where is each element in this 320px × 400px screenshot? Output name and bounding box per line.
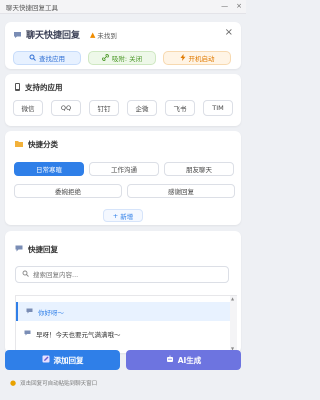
- add-category-button[interactable]: + 新增: [103, 209, 143, 222]
- reply-item[interactable]: 早呀！今天也要元气满满哦～: [16, 324, 230, 343]
- header-card: 聊天快捷回复 ▲ 未找到 × 查找应用 吸附: 关闭 开机启动: [5, 22, 241, 69]
- quick-replies-heading: 快捷回复: [15, 244, 58, 255]
- categories-title: 快捷分类: [28, 140, 58, 149]
- chat-bubble-icon: [24, 330, 31, 338]
- ai-generate-label: AI生成: [177, 355, 202, 365]
- autostart-label: 开机启动: [188, 55, 215, 63]
- search-input[interactable]: [33, 270, 213, 279]
- phone-icon: [15, 82, 20, 93]
- chat-bubble-icon: [13, 31, 22, 39]
- window-title: 聊天快捷回复工具: [6, 3, 58, 12]
- attach-label: 吸附: 关闭: [111, 55, 143, 63]
- lightning-icon: [180, 53, 186, 63]
- app-wecom[interactable]: 企微: [127, 100, 157, 116]
- supported-apps-card: 支持的应用 微信 QQ 钉钉 企微 飞书 TIM: [5, 74, 241, 126]
- app-title: 聊天快捷回复: [26, 31, 81, 41]
- usage-tip-text: 双击回复可自动粘贴到聊天窗口: [20, 381, 98, 387]
- category-decline[interactable]: 委婉拒绝: [14, 184, 122, 198]
- search-icon: [29, 54, 36, 63]
- app-qq[interactable]: QQ: [51, 100, 81, 116]
- chat-bubble-icon: [26, 308, 33, 316]
- reply-text: 早呀！今天也要元气满满哦～: [36, 330, 121, 339]
- chat-bubble-icon: [15, 245, 23, 254]
- categories-card: 快捷分类 日常寒暄 工作沟通 朋友聊天 委婉拒绝 感谢回复 + 新增: [5, 131, 241, 225]
- ai-generate-button[interactable]: AI生成: [126, 350, 241, 370]
- search-icon: [22, 270, 29, 279]
- category-daily[interactable]: 日常寒暄: [14, 162, 84, 176]
- app-feishu[interactable]: 飞书: [165, 100, 195, 116]
- warning-icon: ▲: [90, 30, 96, 39]
- add-category-label: 新增: [120, 212, 134, 221]
- add-reply-label: 添加回复: [53, 355, 84, 365]
- reply-list: 你好呀～ 早呀！今天也要元气满满哦～ ▲ ▼: [15, 295, 237, 351]
- folder-icon: [15, 140, 23, 149]
- minimize-button[interactable]: —: [221, 2, 228, 10]
- quick-replies-title: 快捷回复: [28, 245, 58, 254]
- lightbulb-icon: ●: [10, 379, 17, 387]
- plus-icon: +: [112, 211, 119, 220]
- category-thanks[interactable]: 感谢回复: [127, 184, 235, 198]
- find-app-label: 查找应用: [39, 55, 65, 63]
- reply-item[interactable]: 你好呀～: [16, 302, 230, 321]
- category-work[interactable]: 工作沟通: [89, 162, 159, 176]
- link-icon: [102, 53, 109, 63]
- app-dingtalk[interactable]: 钉钉: [89, 100, 119, 116]
- find-app-button[interactable]: 查找应用: [13, 51, 81, 65]
- status-text: 未找到: [97, 31, 117, 40]
- app-tim[interactable]: TIM: [203, 100, 233, 116]
- status-badge: ▲ 未找到: [90, 30, 117, 40]
- autostart-button[interactable]: 开机启动: [163, 51, 231, 65]
- supported-apps-title: 支持的应用: [25, 83, 63, 92]
- add-reply-button[interactable]: 添加回复: [5, 350, 120, 370]
- scroll-up-arrow-icon[interactable]: ▲: [231, 296, 234, 301]
- supported-apps-heading: 支持的应用: [15, 82, 63, 93]
- panel-close-button[interactable]: ×: [225, 27, 233, 38]
- reply-list-scrollbar[interactable]: ▲ ▼: [230, 296, 237, 351]
- app-wechat[interactable]: 微信: [13, 100, 43, 116]
- robot-icon: [166, 355, 174, 365]
- attach-toggle-button[interactable]: 吸附: 关闭: [88, 51, 156, 65]
- categories-heading: 快捷分类: [15, 139, 58, 150]
- search-field[interactable]: [15, 266, 229, 283]
- window-titlebar: 聊天快捷回复工具 — ×: [0, 0, 246, 14]
- usage-tip: ● 双击回复可自动粘贴到聊天窗口: [10, 379, 97, 387]
- reply-text: 你好呀～: [38, 308, 64, 317]
- category-friends[interactable]: 朋友聊天: [164, 162, 234, 176]
- window-close-button[interactable]: ×: [236, 2, 242, 10]
- edit-icon: [42, 355, 50, 365]
- quick-replies-card: 快捷回复 你好呀～ 早呀！今天也要元气满满哦～ ▲ ▼: [5, 231, 241, 353]
